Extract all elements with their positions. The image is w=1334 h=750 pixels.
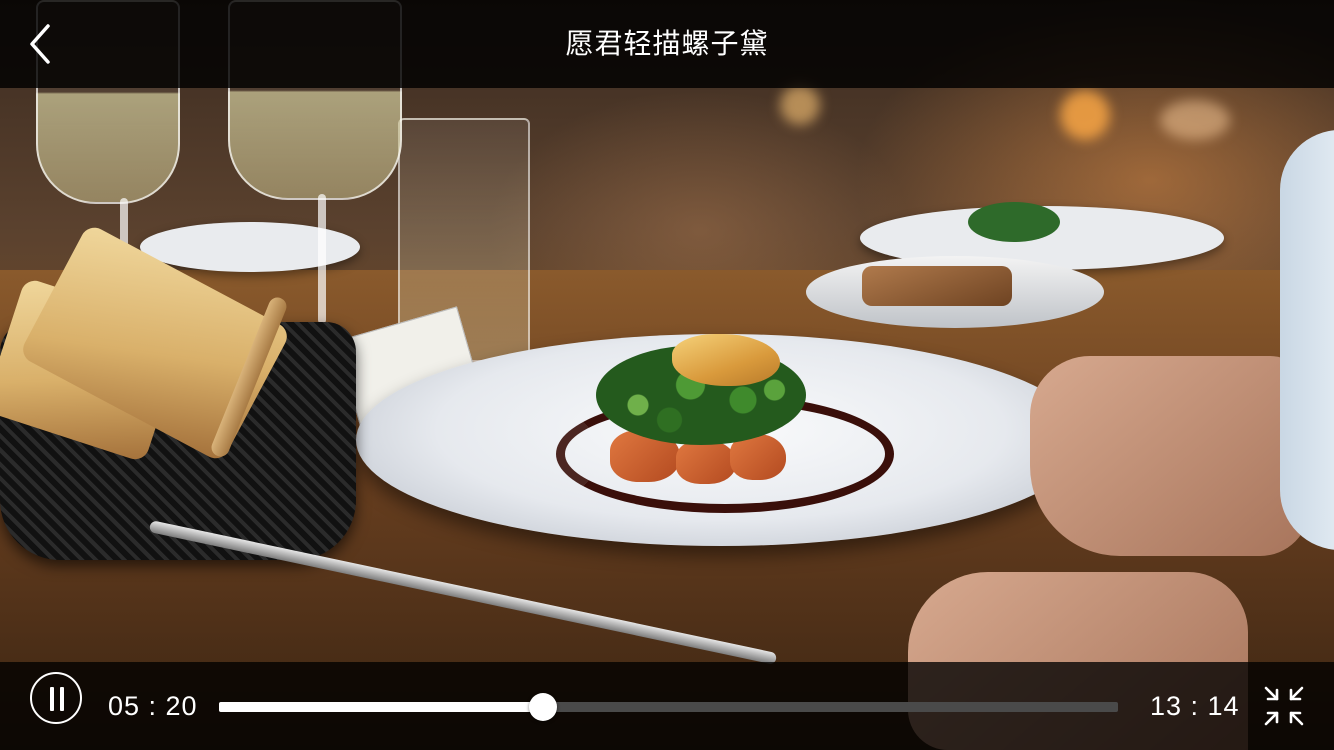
- total-time: 13 : 14: [1150, 691, 1240, 721]
- current-time: 05 : 20: [108, 691, 198, 721]
- wine-glass-stem: [318, 194, 326, 324]
- progress-played: [219, 702, 543, 712]
- progress-slider[interactable]: [219, 693, 1118, 721]
- diner-hand: [1030, 356, 1310, 556]
- background-greens: [968, 202, 1060, 242]
- background-plate: [140, 222, 360, 272]
- diner-sleeve: [1280, 130, 1334, 550]
- bokeh-light: [780, 85, 820, 125]
- top-bar: 愿君轻描螺子黛: [0, 0, 1334, 88]
- pause-button[interactable]: [30, 672, 82, 724]
- video-frame[interactable]: [0, 0, 1334, 750]
- bokeh-light: [1060, 90, 1110, 140]
- salmon-slice: [676, 440, 736, 484]
- bokeh-light: [1160, 100, 1230, 140]
- exit-fullscreen-button[interactable]: [1262, 684, 1306, 728]
- side-dish: [862, 266, 1012, 306]
- progress-thumb[interactable]: [528, 693, 557, 721]
- exit-fullscreen-icon: [1262, 686, 1306, 732]
- video-title: 愿君轻描螺子黛: [565, 27, 769, 60]
